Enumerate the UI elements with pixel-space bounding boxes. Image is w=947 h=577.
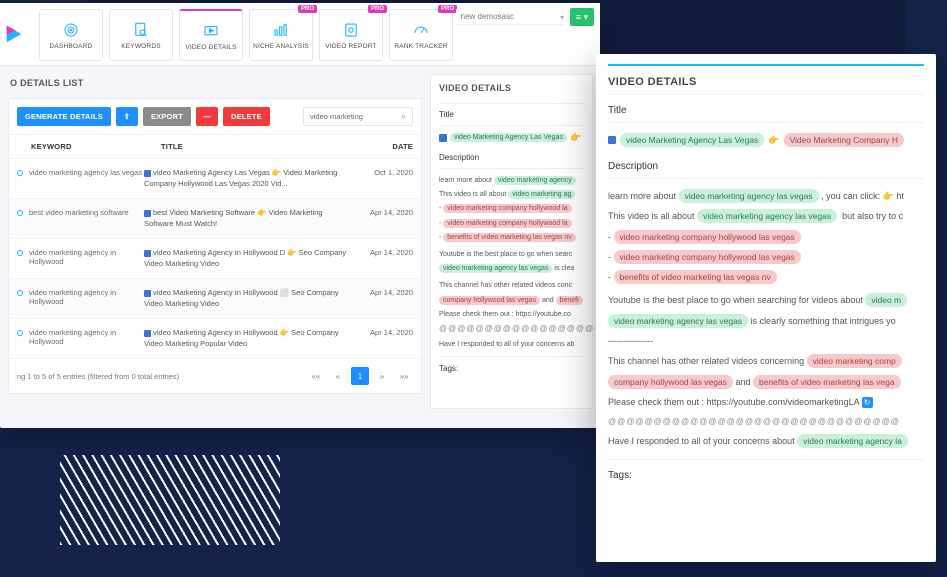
row-keyword: video marketing agency in Hollywood [29,328,144,346]
video-details-overlay: VIDEO DETAILS Title video Marketing Agen… [596,54,936,562]
gauge-icon [411,20,431,40]
row-keyword: video marketing agency las vegas [29,168,144,177]
generate-details-button[interactable]: GENERATE DETAILS [17,107,111,126]
overlay-title-row: video Marketing Agency Las Vegas 👉 Video… [608,133,924,147]
doc-search-icon [131,20,151,40]
row-date: Apr 14, 2020 [353,248,413,257]
app-logo [0,3,28,65]
title-chip-1: video Marketing Agency Las Vegas [620,133,764,147]
row-title: best Video Marketing Software 👉 Video Ma… [144,208,353,229]
main-panel: DASHBOARD KEYWORDS VIDEO DETAILS PRONICH… [0,3,600,428]
row-keyword: video marketing agency in Hollywood [29,248,144,266]
table-row[interactable]: video marketing agency in Hollywoodvideo… [9,239,421,279]
nav-video-details[interactable]: VIDEO DETAILS [179,9,243,61]
decorative-hatch [60,455,280,545]
pager-last[interactable]: »» [395,367,413,385]
nav-dashboard[interactable]: DASHBOARD [39,9,103,61]
chart-icon [271,20,291,40]
pro-badge: PRO [298,5,317,13]
row-date: Apr 14, 2020 [353,208,413,217]
row-bullet-icon [17,290,23,296]
table-row[interactable]: video marketing agency las vegasvideo Ma… [9,159,421,199]
upload-icon: ⇪ [124,112,130,121]
ov-tags-header: Tags: [608,470,924,481]
project-select[interactable]: new demosasc [456,9,564,25]
row-title: video Marketing Agency Las Vegas 👉 Video… [144,168,353,189]
overlay-heading: VIDEO DETAILS [608,76,924,88]
nav-video-report[interactable]: PROVIDEO REPORT [319,9,383,61]
ov-desc-header: Description [608,161,924,172]
top-right-controls: new demosasc ▾ ≡ ▾ [456,8,594,26]
nav-tabs: DASHBOARD KEYWORDS VIDEO DETAILS PRONICH… [28,3,464,65]
row-date: Apr 14, 2020 [353,288,413,297]
desc-section-header: Description [439,153,584,162]
row-title: video Marketing Agency In Hollywood D 👉 … [144,248,353,269]
title-chip-2: Video Marketing Company H [784,133,905,147]
row-bullet-icon [17,330,23,336]
row-title: video Marketing Agency In Hollywood ⬜ Se… [144,288,353,309]
video-details-mid-card: VIDEO DETAILS Title video Marketing Agen… [430,74,593,409]
search-input[interactable] [310,112,401,121]
video-details-heading: VIDEO DETAILS [439,83,584,93]
pager: «« « 1 » »» [307,367,413,385]
export-button[interactable]: EXPORT [143,107,191,126]
overlay-description: learn more about video marketing agency … [608,189,924,449]
pager-prev[interactable]: « [329,367,347,385]
details-table: KEYWORD TITLE DATE video marketing agenc… [9,134,421,393]
chevron-down-icon: ▾ [560,13,564,22]
details-list-title: O DETAILS LIST [8,74,422,98]
row-keyword: video marketing agency in Hollywood [29,288,144,306]
ov-title-header: Title [608,105,924,116]
row-bullet-icon [17,210,23,216]
row-date: Apr 14, 2020 [353,328,413,337]
table-row[interactable]: video marketing agency in Hollywoodvideo… [9,279,421,319]
pager-first[interactable]: «« [307,367,325,385]
nav-niche-analysis[interactable]: PRONICHE ANALYSIS [249,9,313,61]
nav-rank-tracker[interactable]: PRORANK TRACKER [389,9,453,61]
col-keyword[interactable]: KEYWORD [31,142,161,151]
menu-button[interactable]: ≡ ▾ [570,8,594,26]
table-row[interactable]: video marketing agency in Hollywoodvideo… [9,319,421,359]
delete-icon-button[interactable]: — [196,107,218,126]
title-chip: video Marketing Agency Las Vegas [450,133,567,142]
table-footer-text: ng 1 to 5 of 5 entries (filtered from 0 … [17,372,179,381]
delete-button[interactable]: DELETE [223,107,270,126]
pager-page-1[interactable]: 1 [351,367,369,385]
row-bullet-icon [17,170,23,176]
details-list-card: GENERATE DETAILS ⇪ EXPORT — DELETE ⌕ KEY… [8,98,422,394]
target-icon [61,20,81,40]
list-toolbar: GENERATE DETAILS ⇪ EXPORT — DELETE ⌕ [9,99,421,134]
search-icon: ⌕ [401,111,406,122]
row-title: video Marketing Agency In Hollywood 👉 Se… [144,328,353,349]
accent-rule [608,64,924,66]
minus-icon: — [203,112,211,121]
pager-next[interactable]: » [373,367,391,385]
refresh-icon[interactable]: ↻ [862,397,873,408]
square-icon [439,134,447,142]
row-bullet-icon [17,250,23,256]
title-section-header: Title [439,110,584,119]
pro-badge: PRO [368,5,387,13]
export-icon-button[interactable]: ⇪ [116,107,138,126]
table-row[interactable]: best video marketing softwarebest Video … [9,199,421,239]
topbar: DASHBOARD KEYWORDS VIDEO DETAILS PRONICH… [0,3,600,66]
tags-header: Tags: [439,363,584,376]
report-icon [341,20,361,40]
col-date[interactable]: DATE [353,142,413,151]
description-body: learn more about video marketing agency … [439,175,584,376]
nav-keywords[interactable]: KEYWORDS [109,9,173,61]
col-title[interactable]: TITLE [161,142,353,151]
row-date: Oct 1, 2020 [353,168,413,177]
square-icon [608,136,616,144]
video-icon [201,21,221,41]
pro-badge: PRO [438,5,457,13]
search-box[interactable]: ⌕ [303,107,413,126]
row-keyword: best video marketing software [29,208,144,217]
